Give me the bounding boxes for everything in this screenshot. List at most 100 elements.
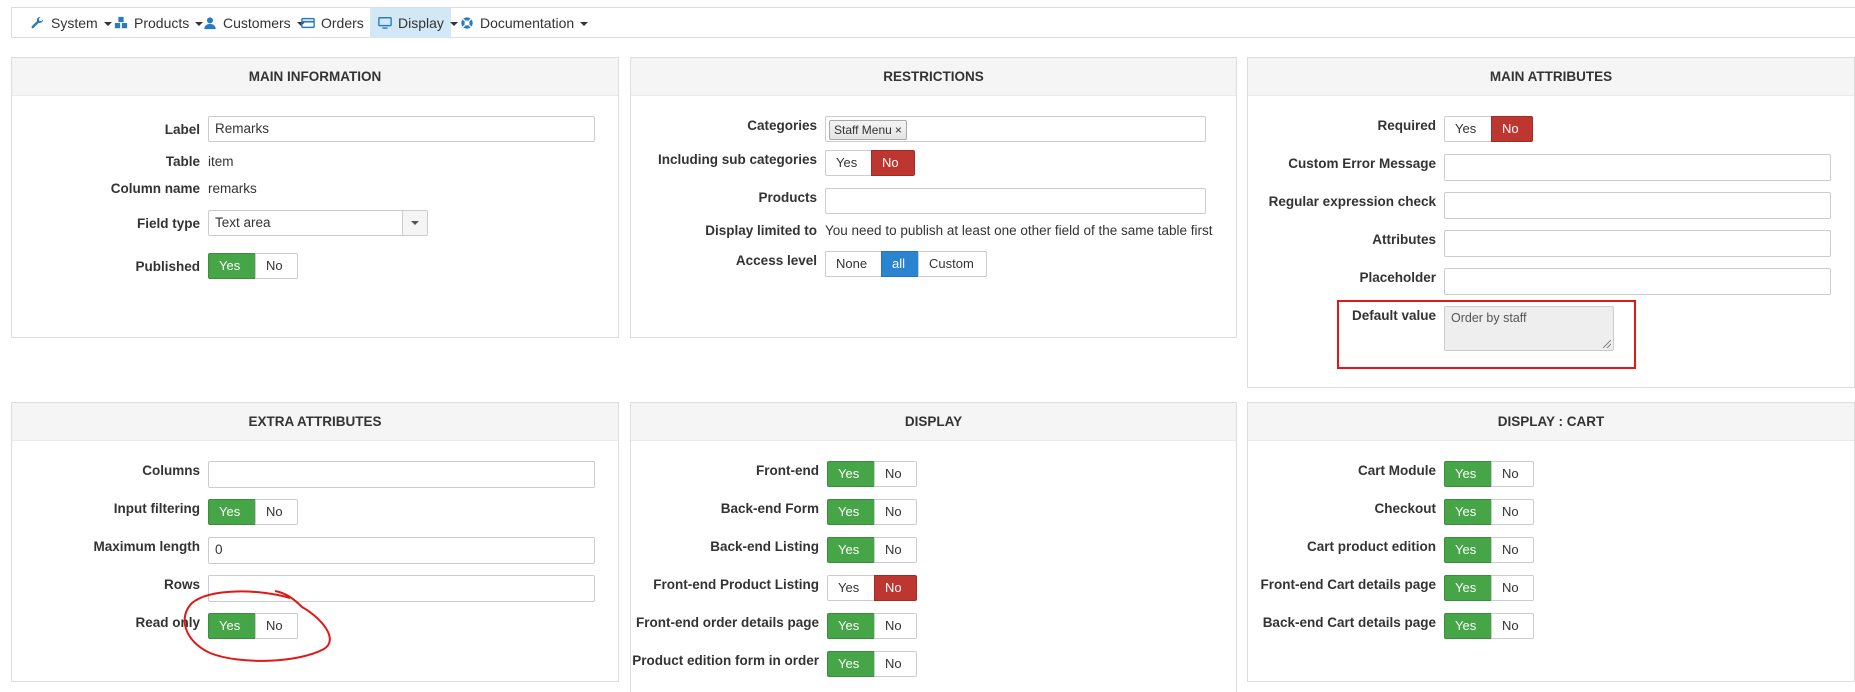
display-row-label: Back-end Listing (710, 539, 819, 554)
display-cart-yes-button[interactable]: Yes (1444, 613, 1492, 639)
display-cart-yes-button[interactable]: Yes (1444, 461, 1492, 487)
display-cart-no-button[interactable]: No (1491, 461, 1534, 487)
panel-title: MAIN INFORMATION (12, 58, 618, 96)
access-none-button[interactable]: None (825, 251, 882, 277)
display-cart-no-button[interactable]: No (1491, 537, 1534, 563)
input-filtering-yes-button[interactable]: Yes (208, 499, 256, 525)
credit-card-icon (301, 17, 315, 29)
nav-documentation[interactable]: Documentation (460, 8, 589, 38)
display-yes-button[interactable]: Yes (827, 613, 875, 639)
sub-categories-yes-button[interactable]: Yes (825, 150, 872, 176)
required-yes-button[interactable]: Yes (1444, 116, 1492, 142)
display-yes-button[interactable]: Yes (827, 651, 875, 677)
panel-title: RESTRICTIONS (631, 58, 1236, 96)
display-cart-toggle: Yes No (1444, 499, 1534, 525)
display-no-button[interactable]: No (874, 651, 917, 677)
display-no-button[interactable]: No (874, 613, 917, 639)
display-limited-label: Display limited to (705, 223, 817, 238)
attributes-input[interactable] (1444, 230, 1831, 257)
display-cart-yes-button[interactable]: Yes (1444, 499, 1492, 525)
input-filtering-no-button[interactable]: No (255, 499, 298, 525)
display-cart-row-label: Cart product edition (1307, 539, 1436, 554)
nav-customers[interactable]: Customers (203, 8, 305, 38)
label-input[interactable]: Remarks (208, 116, 595, 142)
nav-system-label: System (51, 15, 98, 31)
display-row-label: Front-end Product Listing (653, 577, 819, 592)
annotation-circle (183, 590, 331, 662)
display-cart-yes-button[interactable]: Yes (1444, 575, 1492, 601)
maximum-length-input[interactable]: 0 (208, 537, 595, 564)
cubes-icon (114, 16, 128, 29)
nav-products[interactable]: Products (114, 8, 204, 38)
required-label: Required (1377, 118, 1436, 133)
nav-display[interactable]: Display (370, 8, 458, 38)
nav-system[interactable]: System (31, 8, 112, 38)
display-cart-row-label: Checkout (1374, 501, 1436, 516)
wrench-icon (31, 16, 44, 29)
category-tag-label: Staff Menu (834, 123, 892, 137)
panel-title: DISPLAY (631, 403, 1236, 441)
column-name-value: remarks (208, 181, 257, 196)
display-toggle: Yes No (827, 651, 917, 677)
products-label: Products (758, 190, 817, 205)
display-row-label: Product edition form in order (632, 653, 819, 668)
user-icon (204, 17, 216, 30)
display-toggle: Yes No (827, 537, 917, 563)
maximum-length-label: Maximum length (93, 539, 200, 554)
chevron-down-icon[interactable] (402, 211, 427, 235)
access-custom-button[interactable]: Custom (918, 251, 987, 277)
display-panel: DISPLAY Front-end Yes No Back-end Form Yes No… (630, 402, 1237, 692)
chevron-down-icon (103, 22, 112, 26)
nav-orders[interactable]: Orders (301, 8, 378, 38)
published-no-button[interactable]: No (255, 253, 298, 279)
display-cart-yes-button[interactable]: Yes (1444, 537, 1492, 563)
display-toggle: Yes No (827, 499, 917, 525)
display-yes-button[interactable]: Yes (827, 499, 875, 525)
categories-input[interactable]: Staff Menu × (825, 116, 1206, 142)
regex-check-input[interactable] (1444, 192, 1831, 219)
published-yes-button[interactable]: Yes (208, 253, 256, 279)
display-no-button[interactable]: No (874, 575, 917, 601)
access-all-button[interactable]: all (881, 251, 919, 277)
annotation-highlight-box (1337, 300, 1636, 369)
nav-customers-label: Customers (223, 15, 291, 31)
display-toggle: Yes No (827, 575, 917, 601)
display-cart-row-label: Cart Module (1357, 463, 1436, 478)
display-toggle: Yes No (827, 613, 917, 639)
display-cart-no-button[interactable]: No (1491, 575, 1534, 601)
display-yes-button[interactable]: Yes (827, 537, 875, 563)
display-cart-no-button[interactable]: No (1491, 613, 1534, 639)
display-yes-button[interactable]: Yes (827, 575, 875, 601)
products-input[interactable] (825, 188, 1206, 214)
required-toggle: Yes No (1444, 116, 1533, 142)
attributes-label: Attributes (1372, 232, 1436, 247)
display-no-button[interactable]: No (874, 461, 917, 487)
columns-input[interactable] (208, 461, 595, 488)
display-cart-no-button[interactable]: No (1491, 499, 1534, 525)
display-no-button[interactable]: No (874, 537, 917, 563)
display-cart-toggle: Yes No (1444, 537, 1534, 563)
table-value: item (208, 154, 234, 169)
input-filtering-label: Input filtering (113, 501, 200, 516)
nav-orders-label: Orders (321, 15, 364, 31)
display-yes-button[interactable]: Yes (827, 461, 875, 487)
display-toggle: Yes No (827, 461, 917, 487)
placeholder-input[interactable] (1444, 268, 1831, 295)
field-type-label: Field type (136, 216, 200, 231)
restrictions-panel: RESTRICTIONS Categories Staff Menu × Incl… (630, 57, 1237, 338)
display-no-button[interactable]: No (874, 499, 917, 525)
close-icon[interactable]: × (895, 123, 902, 137)
display-limited-value: You need to publish at least one other f… (825, 223, 1213, 238)
required-no-button[interactable]: No (1491, 116, 1533, 142)
panel-title: EXTRA ATTRIBUTES (12, 403, 618, 441)
label-field-label: Label (164, 122, 200, 137)
sub-categories-no-button[interactable]: No (871, 150, 915, 176)
including-sub-categories-label: Including sub categories (657, 152, 817, 167)
nav-documentation-label: Documentation (480, 15, 575, 31)
field-type-select[interactable]: Text area (208, 210, 428, 236)
chevron-down-icon (580, 22, 589, 26)
custom-error-message-input[interactable] (1444, 154, 1831, 181)
display-row-label: Front-end order details page (635, 615, 819, 630)
nav-display-label: Display (398, 15, 444, 31)
columns-label: Columns (142, 463, 200, 478)
